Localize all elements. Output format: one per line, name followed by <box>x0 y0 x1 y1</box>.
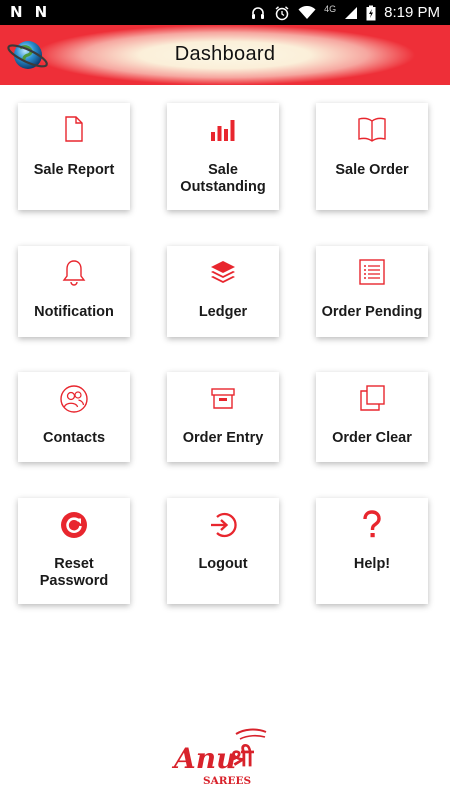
bell-icon <box>62 260 86 286</box>
reset-icon <box>61 512 87 538</box>
notification-n-icon: N <box>10 3 23 21</box>
anushree-sarees-logo: Anu श्री SAREES <box>171 728 267 787</box>
headphones-icon <box>252 6 265 19</box>
ledger-tile[interactable]: Ledger <box>167 246 279 337</box>
bar-chart-icon <box>211 120 235 141</box>
sale-report-tile[interactable]: Sale Report <box>18 103 130 210</box>
sign-in-icon <box>211 512 237 538</box>
help-tile[interactable]: Help! <box>316 498 428 604</box>
brand-name: Anu <box>171 742 236 775</box>
reset-password-tile[interactable]: Reset Password <box>18 498 130 604</box>
tile-label: Reset Password <box>39 556 109 589</box>
order-pending-tile[interactable]: Order Pending <box>316 246 428 337</box>
brand-script: श्री <box>230 744 254 772</box>
tile-label: Help! <box>353 556 391 572</box>
battery-icon <box>366 5 376 20</box>
contacts-icon <box>60 385 88 413</box>
page-title: Dashboard <box>174 43 276 65</box>
tile-label: Sale Report <box>33 162 115 178</box>
copy-icon <box>360 385 385 411</box>
tile-label: Order Entry <box>182 430 264 446</box>
question-icon <box>363 510 381 538</box>
status-bar: N N 4G 8:19 PM <box>0 0 450 25</box>
logout-tile[interactable]: Logout <box>167 498 279 604</box>
alarm-icon <box>275 5 289 20</box>
tile-label: Order Clear <box>332 430 412 446</box>
clock: 8:19 PM <box>384 4 440 21</box>
document-icon <box>65 116 83 142</box>
tile-label: Notification <box>34 304 114 320</box>
contacts-tile[interactable]: Contacts <box>18 372 130 462</box>
sale-outstanding-tile[interactable]: Sale Outstanding <box>167 103 279 210</box>
tile-label: Logout <box>198 556 248 572</box>
brand-tagline: SAREES <box>203 775 251 787</box>
tile-label: Contacts <box>42 430 106 446</box>
notification-tile[interactable]: Notification <box>18 246 130 337</box>
network-type: 4G <box>324 3 337 14</box>
notification-n-icon: N <box>34 3 48 21</box>
layers-icon <box>211 261 235 283</box>
list-icon <box>359 259 385 285</box>
tile-label: Order Pending <box>321 304 423 320</box>
tile-label: Sale Order <box>335 162 409 178</box>
tile-label: Ledger <box>198 304 248 320</box>
sale-order-tile[interactable]: Sale Order <box>316 103 428 210</box>
signal-icon <box>345 6 358 19</box>
tile-label: Sale Outstanding <box>180 162 266 195</box>
order-clear-tile[interactable]: Order Clear <box>316 372 428 462</box>
open-book-icon <box>358 117 386 142</box>
order-entry-tile[interactable]: Order Entry <box>167 372 279 462</box>
app-header: Dashboard <box>0 25 450 85</box>
wifi-icon <box>298 5 316 19</box>
archive-box-icon <box>211 388 235 409</box>
